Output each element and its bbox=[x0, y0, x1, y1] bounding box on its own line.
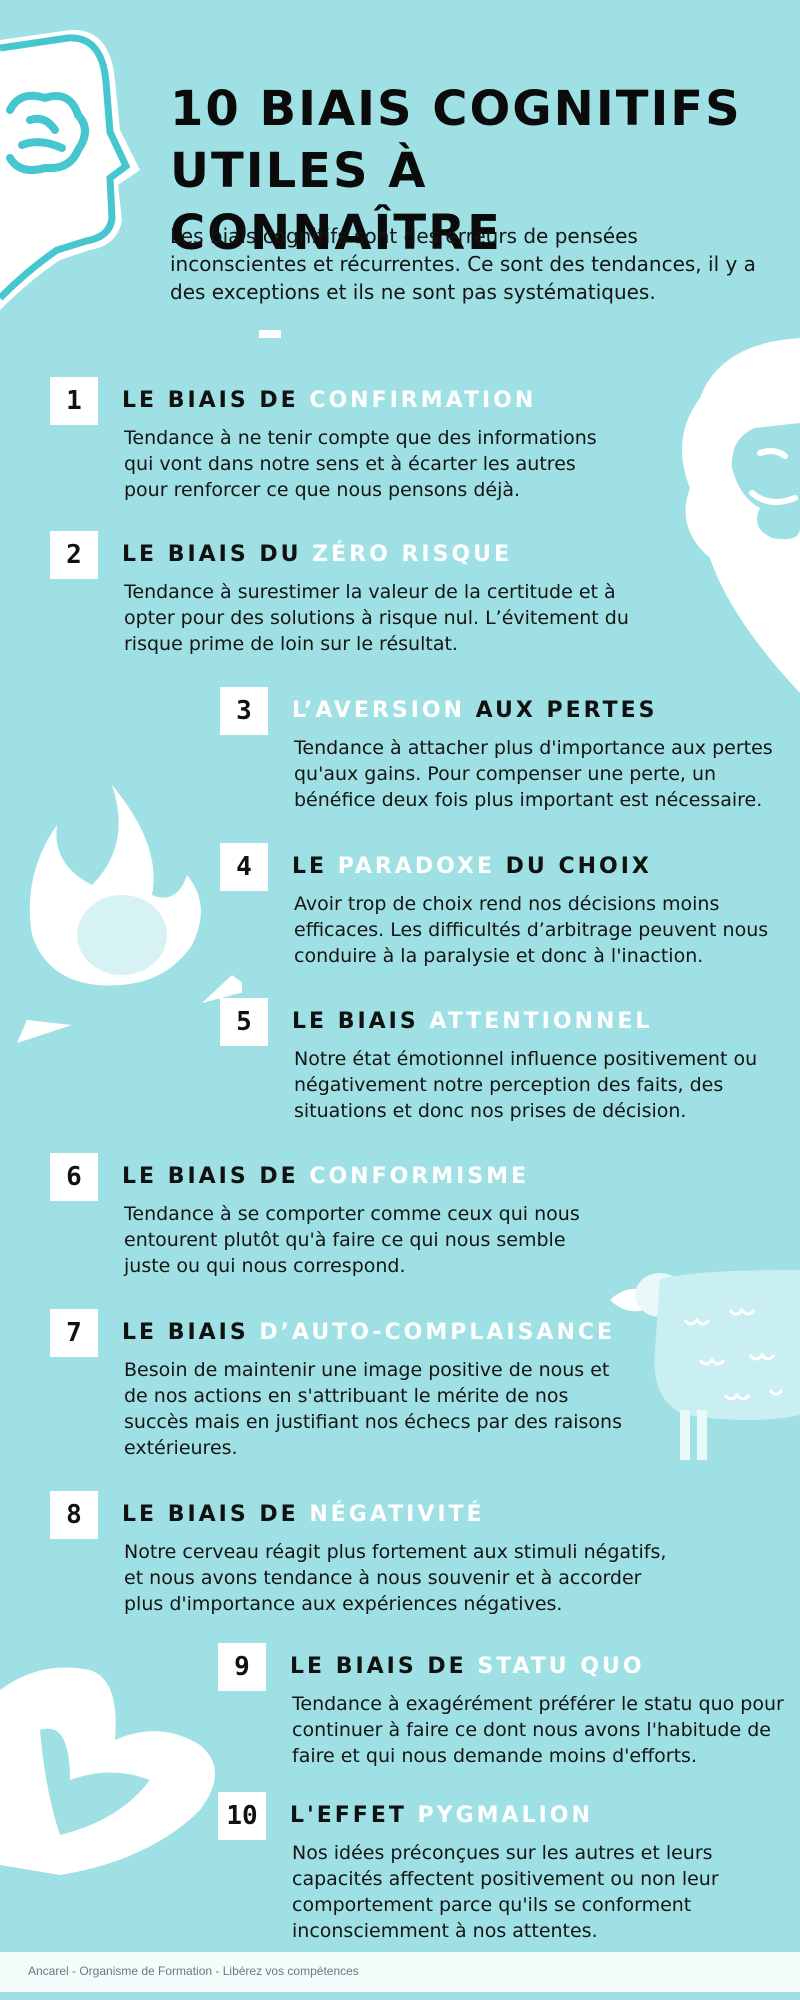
bias-number: 1 bbox=[50, 377, 98, 425]
flame-icon bbox=[17, 785, 242, 1043]
bias-number: 6 bbox=[50, 1153, 98, 1201]
bias-heading: LE BIAIS DE CONFORMISME bbox=[122, 1164, 530, 1189]
bias-number: 3 bbox=[220, 687, 268, 735]
bias-number: 2 bbox=[50, 531, 98, 579]
bias-heading: LE PARADOXE DU CHOIX bbox=[292, 854, 652, 879]
infographic: 10 BIAIS COGNITIFS UTILES À CONNAÎTRE Le… bbox=[0, 0, 800, 2000]
bias-description: Tendance à exagérément préférer le statu… bbox=[292, 1693, 784, 1767]
lion-icon bbox=[682, 338, 800, 693]
bias-description: Tendance à ne tenir compte que des infor… bbox=[124, 427, 597, 501]
bias-number: 9 bbox=[218, 1643, 266, 1691]
footer: Ancarel - Organisme de Formation - Libér… bbox=[0, 1952, 800, 1992]
heart-icon bbox=[0, 1667, 215, 1875]
bias-description: Nos idées préconçues sur les autres et l… bbox=[292, 1842, 719, 1942]
bias-number: 5 bbox=[220, 998, 268, 1046]
bias-number: 7 bbox=[50, 1309, 98, 1357]
head-brain-icon bbox=[0, 29, 140, 310]
divider bbox=[259, 330, 281, 338]
bias-heading: LE BIAIS DU ZÉRO RISQUE bbox=[122, 542, 513, 567]
bias-number: 8 bbox=[50, 1491, 98, 1539]
bias-heading: LE BIAIS DE CONFIRMATION bbox=[122, 388, 537, 413]
sheep-icon bbox=[610, 1270, 800, 1460]
bias-heading: LE BIAIS DE NÉGATIVITÉ bbox=[122, 1502, 485, 1527]
bias-description: Tendance à attacher plus d'importance au… bbox=[294, 737, 773, 811]
bias-description: Tendance à surestimer la valeur de la ce… bbox=[124, 581, 629, 655]
intro-text: Les biais cognitifs sont des erreurs de … bbox=[170, 224, 756, 304]
bias-heading: L’AVERSION AUX PERTES bbox=[292, 698, 658, 723]
title-line-1: 10 BIAIS COGNITIFS bbox=[170, 81, 742, 137]
footer-text: Ancarel - Organisme de Formation - Libér… bbox=[28, 1964, 359, 1978]
bias-description: Avoir trop de choix rend nos décisions m… bbox=[294, 893, 769, 967]
bias-number: 4 bbox=[220, 843, 268, 891]
bias-description: Tendance à se comporter comme ceux qui n… bbox=[124, 1203, 580, 1277]
bias-heading: LE BIAIS D’AUTO-COMPLAISANCE bbox=[122, 1320, 616, 1345]
bias-description: Notre état émotionnel influence positive… bbox=[294, 1048, 758, 1122]
bias-number: 10 bbox=[218, 1792, 266, 1840]
bias-description: Notre cerveau réagit plus fortement aux … bbox=[124, 1541, 667, 1615]
bias-heading: L'EFFET PYGMALION bbox=[290, 1803, 593, 1828]
bias-heading: LE BIAIS DE STATU QUO bbox=[290, 1654, 645, 1679]
bias-heading: LE BIAIS ATTENTIONNEL bbox=[292, 1009, 653, 1034]
bias-description: Besoin de maintenir une image positive d… bbox=[124, 1359, 622, 1459]
